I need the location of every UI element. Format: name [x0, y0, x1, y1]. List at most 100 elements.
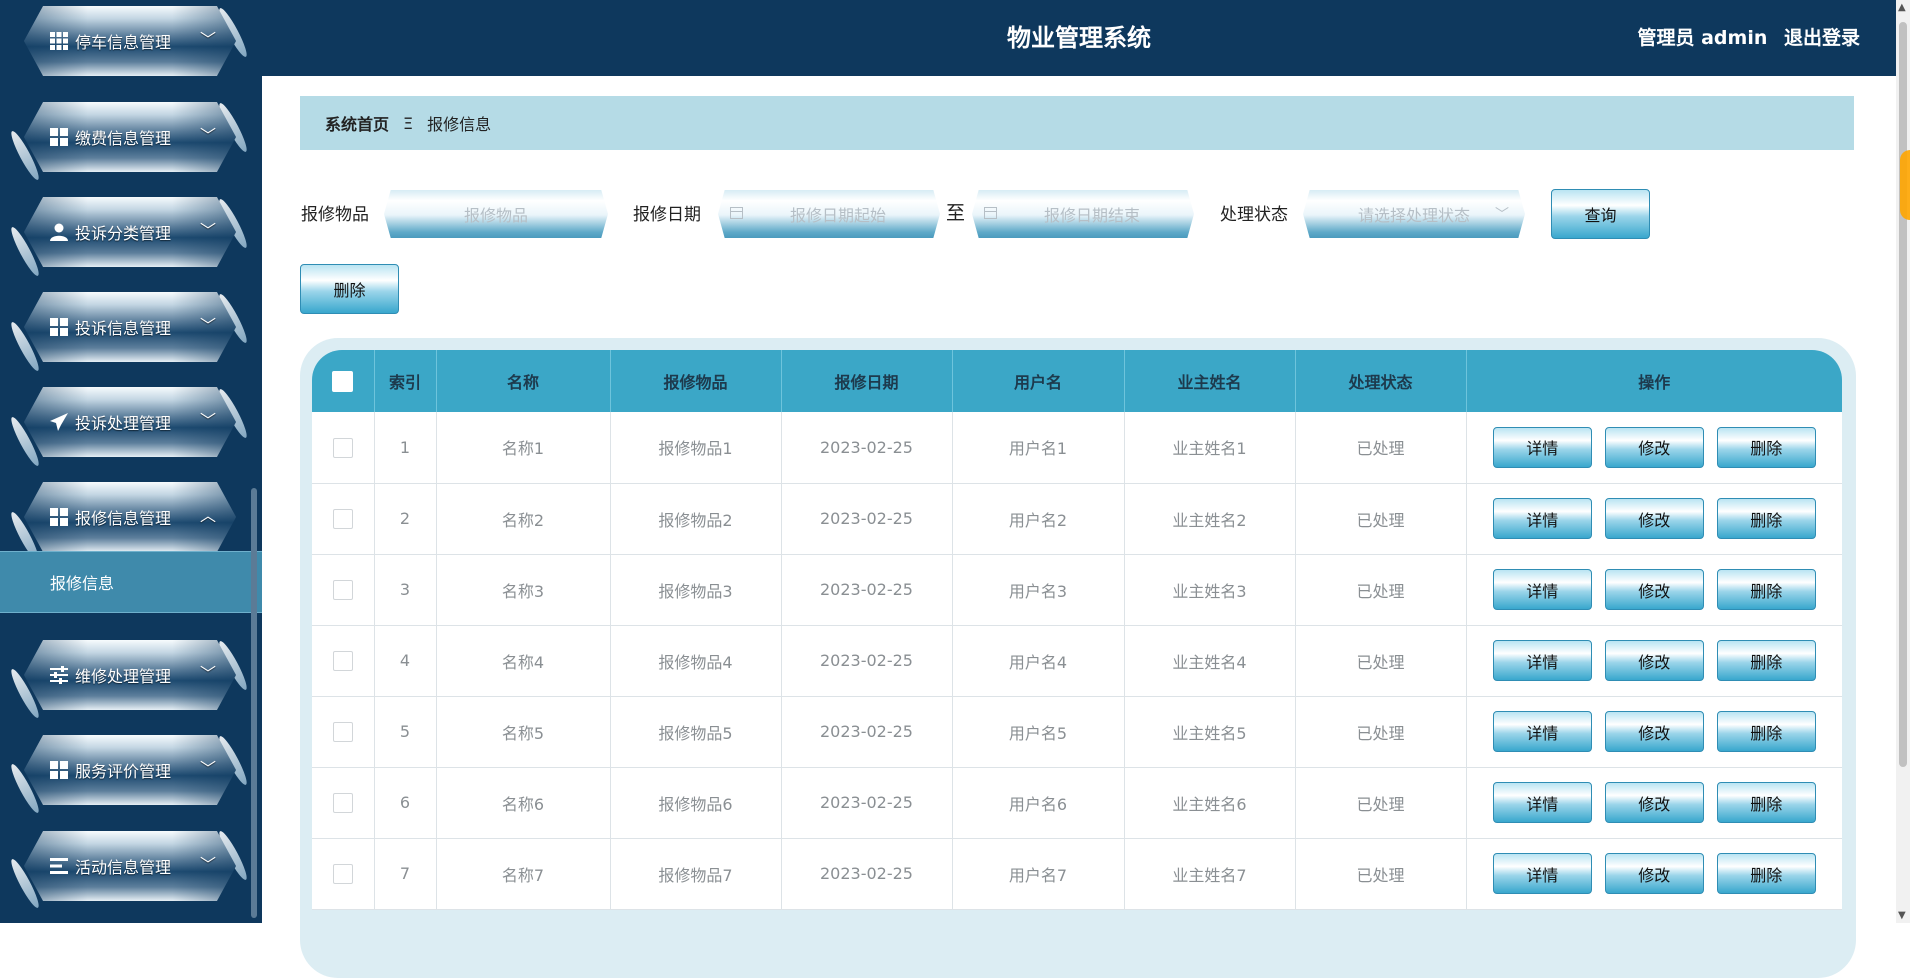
delete-button[interactable]: 删除	[1716, 498, 1816, 539]
cell-index: 5	[374, 696, 437, 768]
menu-repair-info[interactable]: 报修信息管理 ︿	[24, 482, 236, 552]
row-checkbox[interactable]	[332, 508, 353, 529]
cell-owner: 业主姓名7	[1124, 838, 1296, 910]
detail-button[interactable]: 详情	[1492, 498, 1592, 539]
delete-button[interactable]: 删除	[1716, 426, 1816, 468]
menu-activity-info[interactable]: 活动信息管理 ﹀	[24, 831, 236, 901]
row-checkbox[interactable]	[332, 437, 353, 458]
edit-button[interactable]: 修改	[1604, 426, 1704, 468]
sidebar-scrollbar[interactable]	[251, 488, 257, 918]
col-header: 处理状态	[1295, 350, 1467, 412]
col-header: 用户名	[952, 350, 1125, 412]
menu-label: 投诉处理管理	[75, 414, 172, 433]
chevron-up-icon: ︿	[199, 506, 216, 525]
edit-button[interactable]: 修改	[1604, 498, 1704, 539]
menu-label: 投诉信息管理	[75, 319, 172, 338]
submenu-label: 报修信息	[50, 574, 115, 593]
menu-label: 投诉分类管理	[75, 224, 172, 243]
sliders-icon	[49, 665, 69, 685]
menu-complaint-category[interactable]: 投诉分类管理 ﹀	[24, 197, 236, 267]
cell-date: 2023-02-25	[781, 554, 953, 626]
delete-button[interactable]: 删除	[1716, 711, 1816, 752]
cell-date: 2023-02-25	[781, 625, 953, 697]
edit-button[interactable]: 修改	[1604, 569, 1704, 610]
repair-date-label: 报修日期	[633, 205, 701, 225]
select-all-cell	[312, 350, 375, 412]
detail-button[interactable]: 详情	[1492, 426, 1592, 468]
detail-button[interactable]: 详情	[1492, 711, 1592, 752]
bulk-delete-button[interactable]: 删除	[300, 264, 399, 314]
delete-button[interactable]: 删除	[1716, 569, 1816, 610]
menu-complaint-handling[interactable]: 投诉处理管理 ﹀	[24, 387, 236, 457]
row-checkbox[interactable]	[332, 650, 353, 671]
edit-button[interactable]: 修改	[1604, 853, 1704, 894]
cell-item: 报修物品2	[610, 483, 782, 555]
cell-index: 2	[374, 483, 437, 555]
scroll-up-icon[interactable]: ▲	[1898, 2, 1906, 13]
table-header-row: 索引 名称 报修物品 报修日期 用户名 业主姓名 处理状态 操作	[312, 350, 1842, 412]
menu-label: 报修信息管理	[75, 509, 172, 528]
col-header: 操作	[1466, 350, 1842, 412]
status-select[interactable]: 请选择处理状态 ﹀	[1303, 190, 1525, 238]
detail-button[interactable]: 详情	[1492, 853, 1592, 894]
row-checkbox[interactable]	[332, 579, 353, 600]
row-actions: 详情 修改 删除	[1466, 767, 1842, 839]
delete-button[interactable]: 删除	[1716, 640, 1816, 681]
edit-button[interactable]: 修改	[1604, 640, 1704, 681]
date-start-placeholder: 报修日期起始	[789, 206, 886, 225]
cell-item: 报修物品6	[610, 767, 782, 839]
grid-icon	[49, 760, 69, 780]
menu-complaint-info[interactable]: 投诉信息管理 ﹀	[24, 292, 236, 362]
cell-user: 用户名5	[952, 696, 1125, 768]
logout-link[interactable]: 退出登录	[1784, 27, 1860, 49]
menu-label: 缴费信息管理	[75, 129, 172, 148]
delete-button[interactable]: 删除	[1716, 853, 1816, 894]
query-button[interactable]: 查询	[1551, 189, 1650, 239]
scroll-down-icon[interactable]: ▼	[1898, 910, 1906, 921]
row-checkbox[interactable]	[332, 863, 353, 884]
date-start-input[interactable]: 报修日期起始	[718, 190, 940, 238]
date-end-placeholder: 报修日期结束	[1043, 206, 1140, 225]
row-actions: 详情 修改 删除	[1466, 625, 1842, 697]
menu-parking[interactable]: 停车信息管理 ﹀	[24, 6, 236, 76]
side-tab-handle[interactable]	[1900, 150, 1910, 220]
grid-icon	[49, 31, 69, 51]
row-checkbox[interactable]	[332, 792, 353, 813]
menu-service-evaluation[interactable]: 服务评价管理 ﹀	[24, 735, 236, 805]
repair-item-input[interactable]: 报修物品	[384, 190, 608, 238]
edit-button[interactable]: 修改	[1604, 711, 1704, 752]
menu-payment[interactable]: 缴费信息管理 ﹀	[24, 102, 236, 172]
breadcrumb: 系统首页 Ξ 报修信息	[300, 96, 1854, 150]
row-select-cell	[312, 767, 375, 839]
repair-item-placeholder: 报修物品	[463, 206, 528, 225]
cell-user: 用户名7	[952, 838, 1125, 910]
edit-button[interactable]: 修改	[1604, 782, 1704, 823]
chevron-down-icon: ﹀	[199, 411, 216, 430]
date-end-input[interactable]: 报修日期结束	[972, 190, 1194, 238]
top-header: 物业管理系统 管理员 admin 退出登录	[262, 0, 1896, 76]
row-checkbox[interactable]	[332, 721, 353, 742]
chevron-down-icon: ﹀	[199, 30, 216, 49]
cell-user: 用户名3	[952, 554, 1125, 626]
delete-button[interactable]: 删除	[1716, 782, 1816, 823]
cell-status: 已处理	[1295, 483, 1467, 555]
cell-user: 用户名1	[952, 412, 1125, 484]
detail-button[interactable]: 详情	[1492, 569, 1592, 610]
repair-table: 索引 名称 报修物品 报修日期 用户名 业主姓名 处理状态 操作 1 名称1 报修物…	[312, 350, 1842, 910]
detail-button[interactable]: 详情	[1492, 782, 1592, 823]
cell-index: 1	[374, 412, 437, 484]
select-all-checkbox[interactable]	[332, 370, 354, 392]
table-row: 7 名称7 报修物品7 2023-02-25 用户名7 业主姓名7 已处理 详情 修改 删除	[312, 838, 1842, 910]
cell-date: 2023-02-25	[781, 838, 953, 910]
submenu-repair-info[interactable]: 报修信息	[0, 551, 262, 613]
scrollbar-thumb[interactable]	[1899, 22, 1907, 767]
repair-item-label: 报修物品	[301, 205, 369, 225]
paper-plane-icon	[49, 412, 69, 432]
page-scrollbar[interactable]: ▲ ▼	[1896, 0, 1910, 923]
breadcrumb-home[interactable]: 系统首页	[325, 111, 389, 135]
cell-owner: 业主姓名6	[1124, 767, 1296, 839]
menu-maintenance[interactable]: 维修处理管理 ﹀	[24, 640, 236, 710]
status-label: 处理状态	[1220, 205, 1288, 225]
cell-owner: 业主姓名1	[1124, 412, 1296, 484]
detail-button[interactable]: 详情	[1492, 640, 1592, 681]
